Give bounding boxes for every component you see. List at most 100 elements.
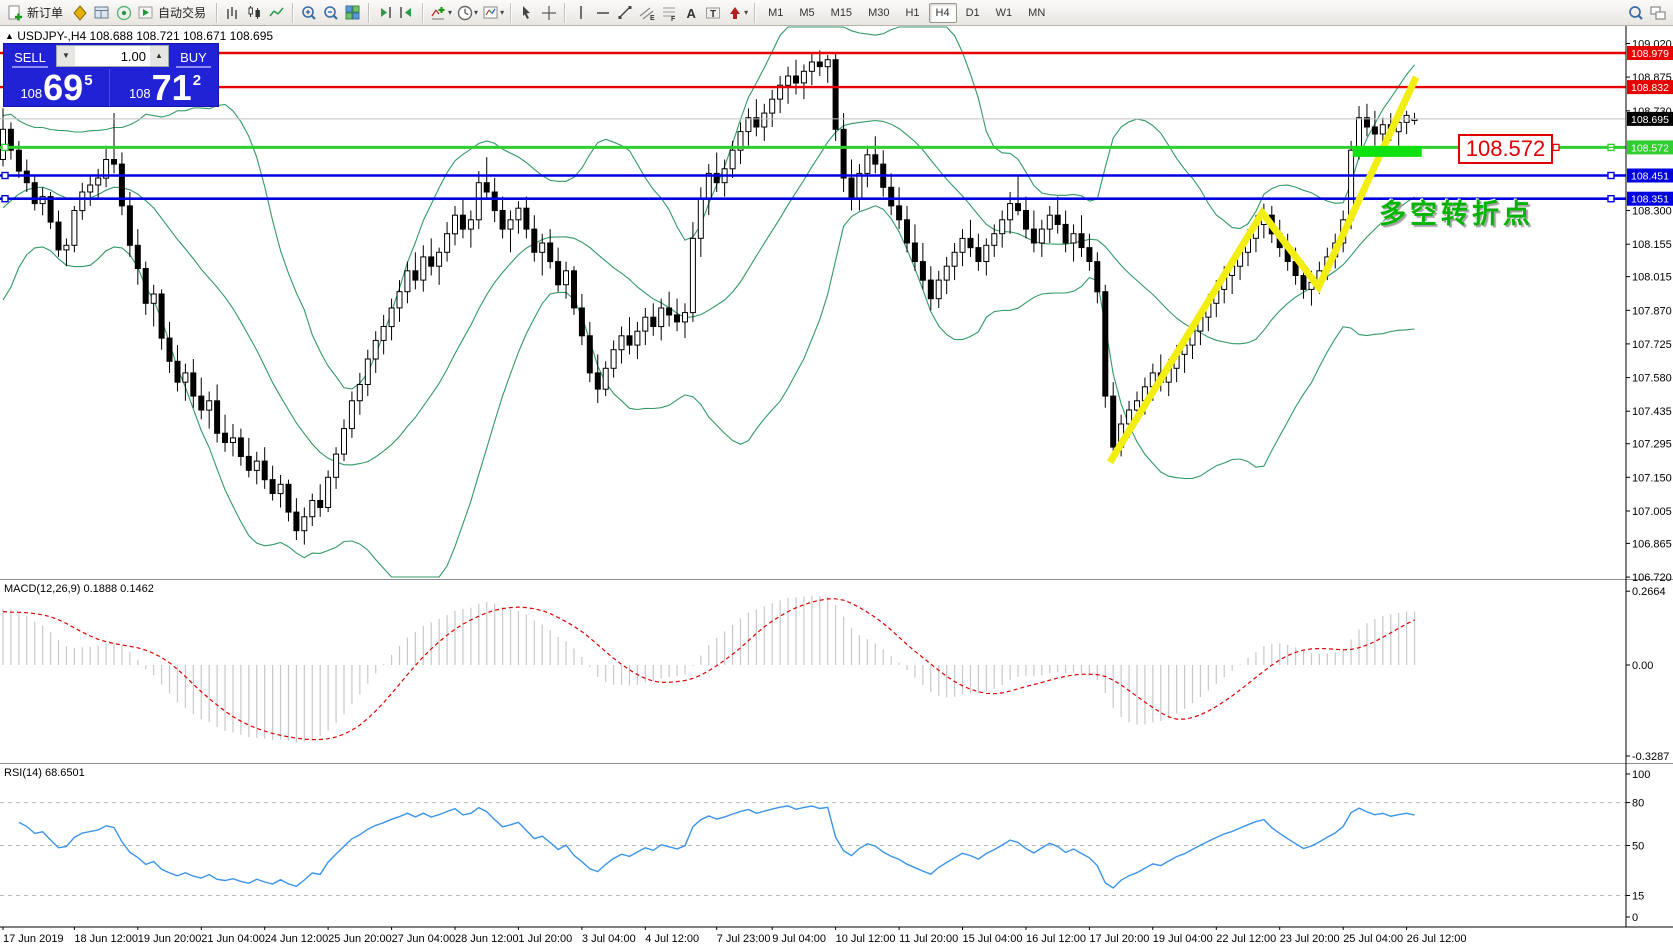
svg-text:T: T — [710, 9, 716, 20]
collapse-triangle-icon[interactable]: ▲ — [5, 31, 14, 41]
svg-text:80: 80 — [1632, 798, 1644, 810]
timeframe-button-h4[interactable]: H4 — [929, 3, 957, 23]
symbol-period-label: USDJPY-,H4 — [17, 29, 86, 43]
volume-value[interactable]: 1.00 — [75, 46, 150, 66]
svg-text:7 Jul 23:00: 7 Jul 23:00 — [717, 933, 771, 945]
svg-text:0: 0 — [1632, 912, 1638, 924]
tile-windows-icon[interactable] — [342, 2, 364, 24]
svg-text:107.870: 107.870 — [1632, 305, 1672, 317]
svg-text:108.572: 108.572 — [1631, 142, 1669, 154]
timeframe-button-m15[interactable]: M15 — [824, 3, 859, 23]
one-click-trading-panel: SELL ▼ 1.00 ▲ BUY 108695 108712 — [3, 43, 219, 107]
chart-shift-icon[interactable] — [396, 2, 418, 24]
buy-price[interactable]: 108712 — [111, 69, 219, 107]
timeframe-button-m1[interactable]: M1 — [761, 3, 790, 23]
crosshair-icon[interactable] — [538, 2, 560, 24]
sell-button[interactable]: SELL — [4, 47, 56, 66]
svg-text:17 Jun 2019: 17 Jun 2019 — [3, 933, 64, 945]
chart-canvas[interactable]: 109.020108.875108.730108.300108.155108.0… — [0, 0, 1673, 946]
auto-scroll-icon[interactable] — [374, 2, 396, 24]
text-label-tool-icon[interactable]: T — [702, 2, 724, 24]
svg-text:19 Jun 20:00: 19 Jun 20:00 — [138, 933, 202, 945]
svg-text:26 Jul 12:00: 26 Jul 12:00 — [1407, 933, 1467, 945]
chart-bars-icon[interactable] — [222, 2, 244, 24]
svg-text:108.155: 108.155 — [1632, 239, 1672, 251]
svg-text:27 Jun 04:00: 27 Jun 04:00 — [392, 933, 456, 945]
svg-text:4 Jul 12:00: 4 Jul 12:00 — [645, 933, 699, 945]
svg-text:25 Jul 04:00: 25 Jul 04:00 — [1343, 933, 1403, 945]
data-window-icon[interactable] — [91, 2, 113, 24]
price-annotation-box[interactable]: 108.572 — [1458, 134, 1553, 164]
toolbar-separator — [368, 3, 370, 23]
periods-dropdown-caret[interactable]: ▾ — [474, 8, 478, 17]
indicators-dropdown-caret[interactable]: ▾ — [448, 8, 452, 17]
timeframe-button-m5[interactable]: M5 — [792, 3, 821, 23]
autotrading-icon[interactable] — [135, 2, 157, 24]
cursor-icon[interactable] — [516, 2, 538, 24]
svg-text:50: 50 — [1632, 841, 1644, 853]
new-order-label[interactable]: 新订单 — [27, 4, 63, 21]
text-tool-icon[interactable]: A — [680, 2, 702, 24]
arrows-tool-icon[interactable] — [724, 2, 746, 24]
zoom-out-icon[interactable] — [320, 2, 342, 24]
svg-text:15 Jul 04:00: 15 Jul 04:00 — [963, 933, 1023, 945]
toolbar-separator — [564, 3, 566, 23]
svg-text:10 Jul 12:00: 10 Jul 12:00 — [836, 933, 896, 945]
fibonacci-tool-icon[interactable]: F — [658, 2, 680, 24]
ohlc-values: 108.688 108.721 108.671 108.695 — [90, 29, 274, 43]
volume-decrease-button[interactable]: ▼ — [57, 46, 75, 66]
svg-text:E: E — [650, 15, 655, 22]
toolbar-separator — [422, 3, 424, 23]
periods-clock-icon[interactable] — [454, 2, 476, 24]
svg-text:19 Jul 04:00: 19 Jul 04:00 — [1153, 933, 1213, 945]
svg-text:23 Jul 20:00: 23 Jul 20:00 — [1280, 933, 1340, 945]
svg-text:F: F — [671, 16, 676, 22]
trendline-tool-icon[interactable] — [614, 2, 636, 24]
vertical-line-tool-icon[interactable] — [570, 2, 592, 24]
chat-icon[interactable] — [1647, 2, 1669, 24]
equidistant-channel-tool-icon[interactable]: E — [636, 2, 658, 24]
svg-text:A: A — [687, 6, 697, 21]
template-dropdown-caret[interactable]: ▾ — [500, 8, 504, 17]
horizontal-line-tool-icon[interactable] — [592, 2, 614, 24]
timeframe-group: M1M5M15M30H1H4D1W1MN — [760, 3, 1053, 23]
svg-text:108.451: 108.451 — [1631, 171, 1669, 183]
sell-price[interactable]: 108695 — [4, 69, 110, 107]
timeframe-button-w1[interactable]: W1 — [989, 3, 1020, 23]
volume-stepper: ▼ 1.00 ▲ — [56, 45, 169, 67]
toolbar-separator — [754, 3, 756, 23]
navigator-icon[interactable] — [113, 2, 135, 24]
arrows-dropdown-caret[interactable]: ▾ — [744, 8, 748, 17]
svg-text:28 Jun 12:00: 28 Jun 12:00 — [455, 933, 519, 945]
svg-text:108.979: 108.979 — [1631, 48, 1669, 60]
svg-text:107.295: 107.295 — [1632, 439, 1672, 451]
svg-text:9 Jul 04:00: 9 Jul 04:00 — [772, 933, 826, 945]
template-icon[interactable] — [480, 2, 502, 24]
timeframe-button-d1[interactable]: D1 — [959, 3, 987, 23]
chart-candles-icon[interactable] — [244, 2, 266, 24]
svg-text:11 Jul 20:00: 11 Jul 20:00 — [899, 933, 958, 945]
toolbar-separator — [292, 3, 294, 23]
search-icon[interactable] — [1625, 2, 1647, 24]
timeframe-button-h1[interactable]: H1 — [898, 3, 926, 23]
svg-text:107.580: 107.580 — [1632, 373, 1672, 385]
zoom-in-icon[interactable] — [298, 2, 320, 24]
svg-text:1 Jul 20:00: 1 Jul 20:00 — [518, 933, 572, 945]
new-order-icon[interactable] — [4, 2, 26, 24]
svg-text:107.150: 107.150 — [1632, 472, 1672, 484]
volume-increase-button[interactable]: ▲ — [150, 46, 168, 66]
svg-text:18 Jun 12:00: 18 Jun 12:00 — [74, 933, 138, 945]
market-watch-icon[interactable] — [69, 2, 91, 24]
indicators-icon[interactable] — [428, 2, 450, 24]
chart-line-icon[interactable] — [266, 2, 288, 24]
svg-text:107.725: 107.725 — [1632, 339, 1672, 351]
autotrading-label[interactable]: 自动交易 — [158, 4, 206, 21]
turning-point-annotation[interactable]: 多空转折点 — [1379, 192, 1534, 231]
buy-button[interactable]: BUY — [169, 47, 218, 66]
svg-text:108.695: 108.695 — [1631, 114, 1669, 126]
svg-text:15: 15 — [1632, 891, 1644, 903]
timeframe-button-m30[interactable]: M30 — [861, 3, 896, 23]
timeframe-button-mn[interactable]: MN — [1021, 3, 1052, 23]
svg-text:25 Jun 20:00: 25 Jun 20:00 — [328, 933, 392, 945]
svg-text:108.832: 108.832 — [1631, 82, 1669, 94]
